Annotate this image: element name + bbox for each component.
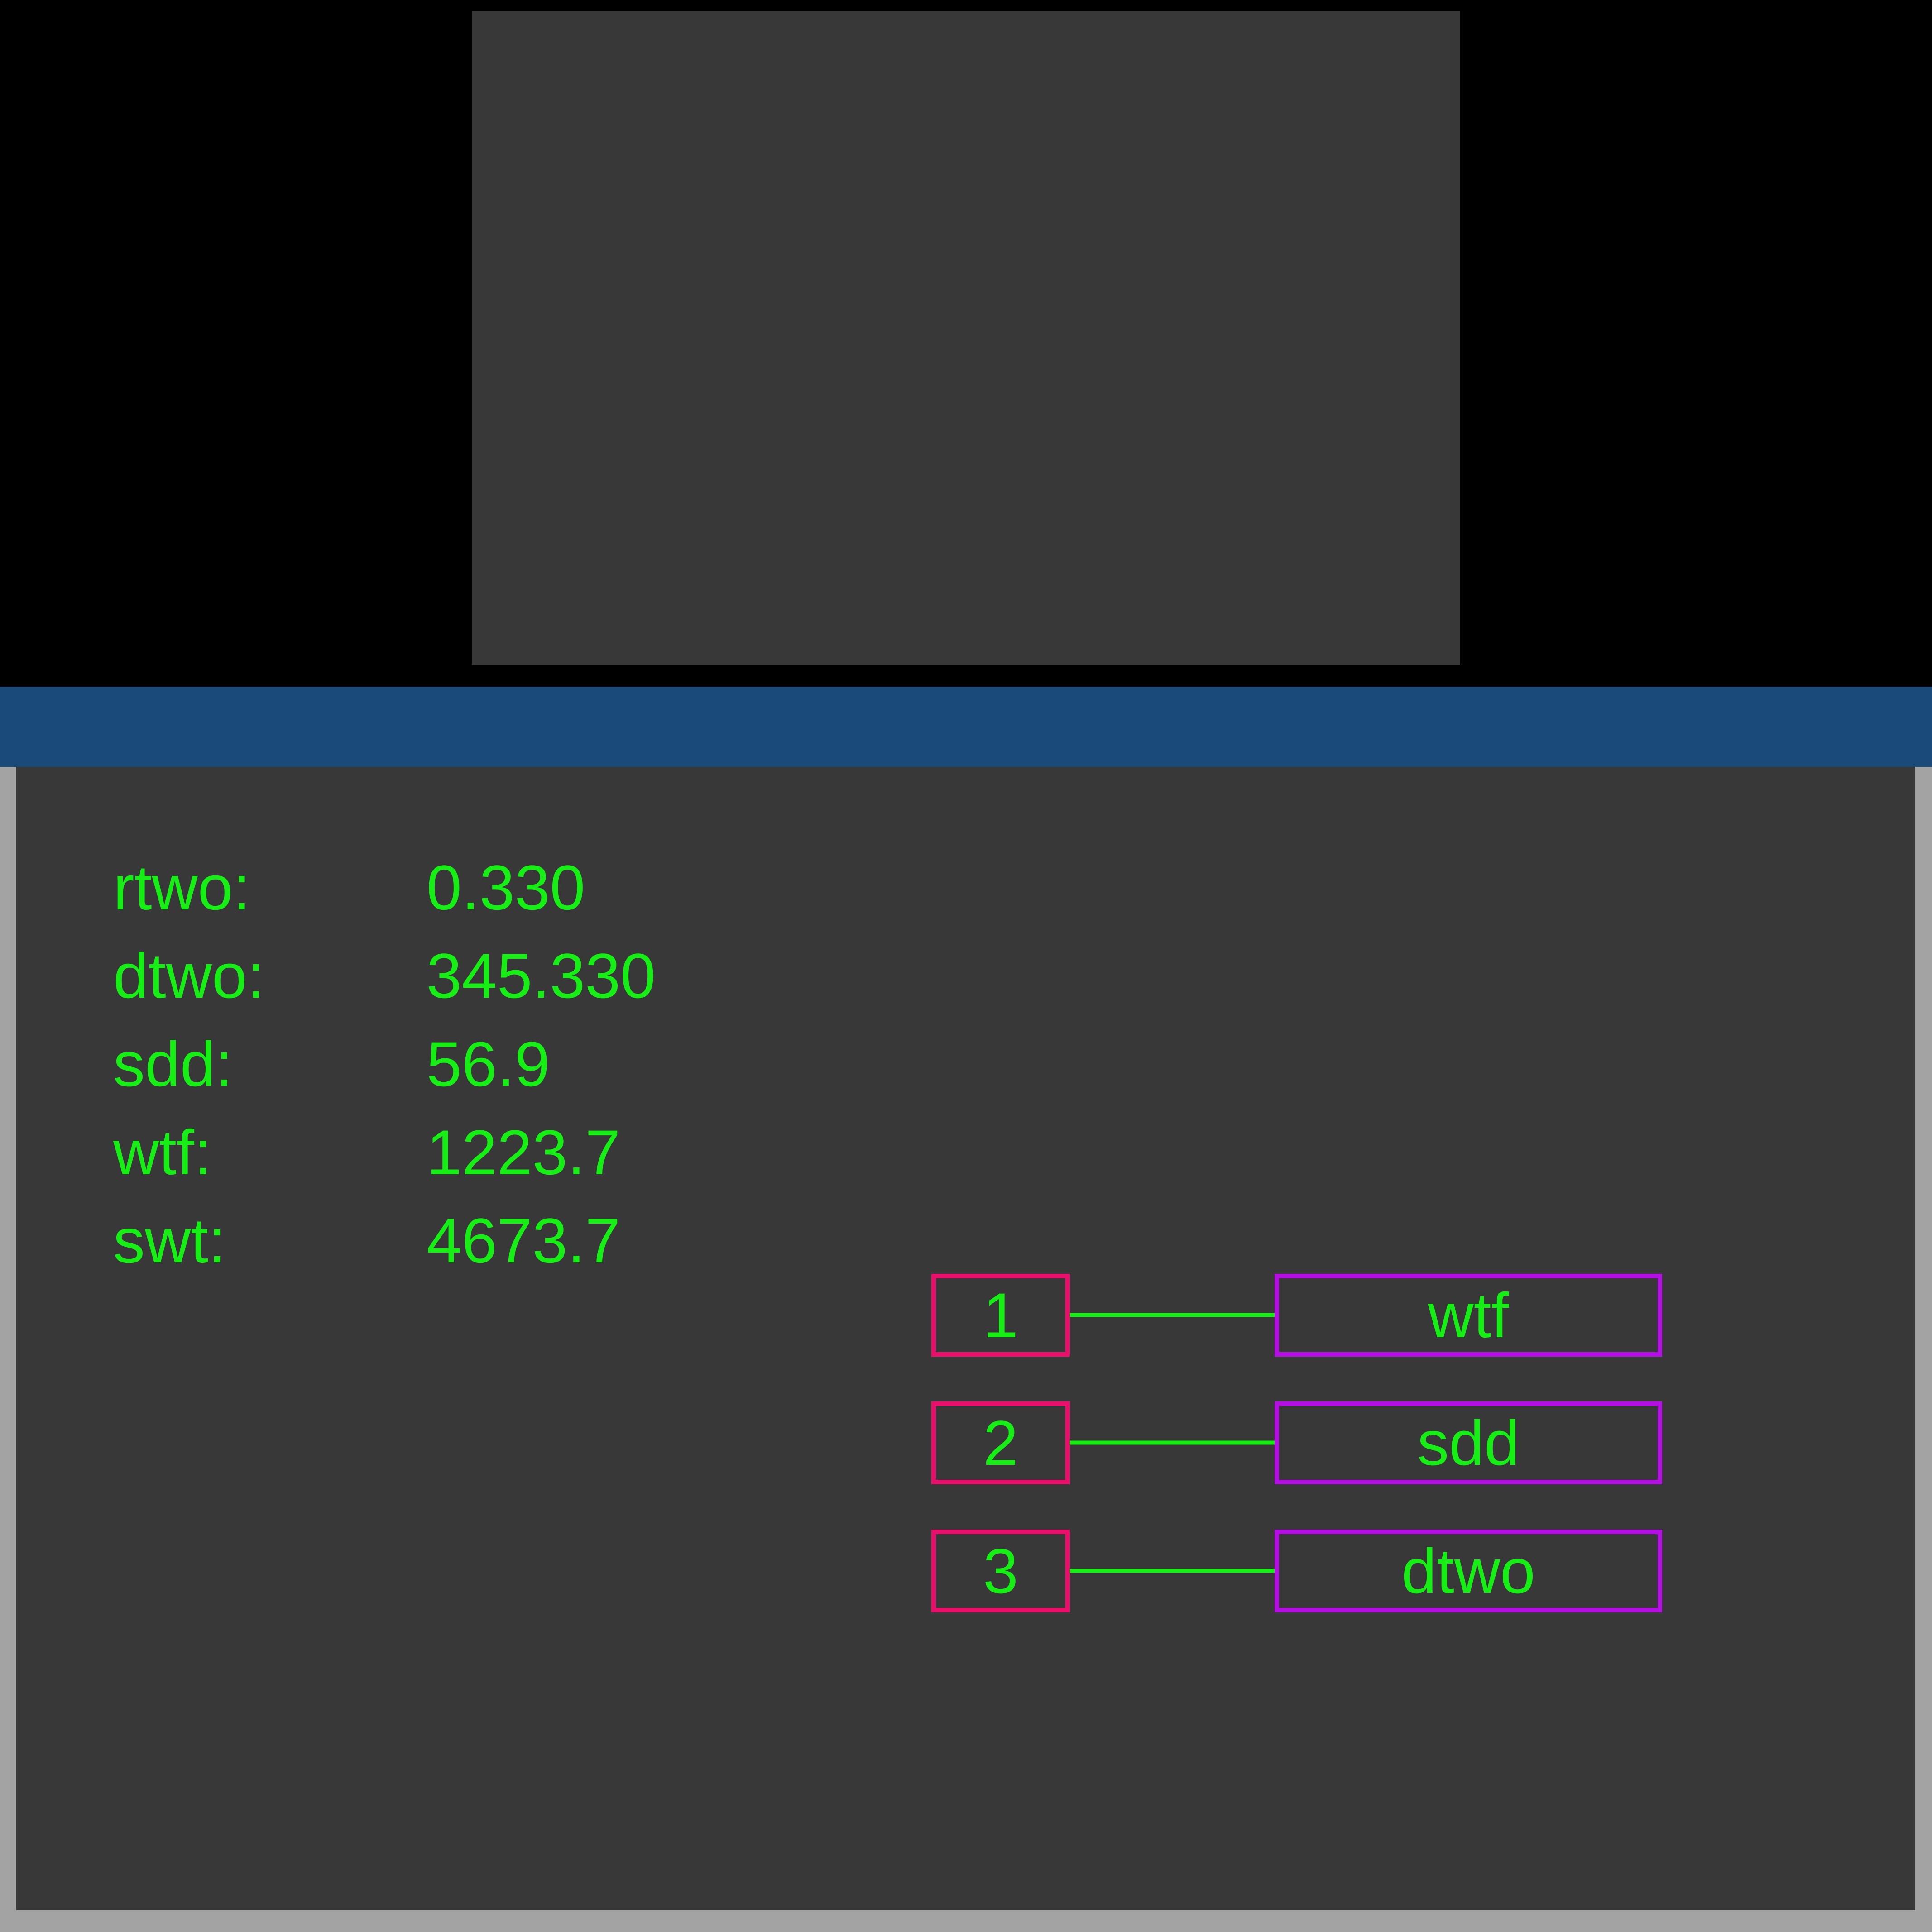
- readout-value: 56.9: [427, 1028, 550, 1100]
- window-frame-right: [1915, 767, 1932, 1932]
- index-box-2[interactable]: 2: [931, 1401, 1070, 1484]
- readout-label: wtf:: [113, 1117, 212, 1188]
- readout-label: swt:: [113, 1205, 226, 1276]
- name-box-dtwo[interactable]: dtwo: [1275, 1530, 1662, 1612]
- readout-value: 4673.7: [427, 1205, 621, 1276]
- readout-value: 0.330: [427, 852, 585, 923]
- readout-label: dtwo:: [113, 940, 265, 1011]
- readout-row-sdd: sdd: 56.9: [113, 1020, 747, 1108]
- preview-pane: [472, 11, 1460, 665]
- name-box-sdd[interactable]: sdd: [1275, 1401, 1662, 1484]
- readout-row-rtwo: rtwo: 0.330: [113, 843, 747, 932]
- readout-row-swt: swt: 4673.7: [113, 1196, 747, 1285]
- readout-label: rtwo:: [113, 852, 251, 923]
- readout-value: 345.330: [427, 940, 656, 1011]
- window-frame-bottom: [0, 1910, 1932, 1932]
- title-bar[interactable]: [0, 687, 1932, 767]
- index-box-3[interactable]: 3: [931, 1530, 1070, 1612]
- readout-value: 1223.7: [427, 1117, 621, 1188]
- window-frame-left: [0, 767, 16, 1932]
- name-box-wtf[interactable]: wtf: [1275, 1274, 1662, 1357]
- readout-label: sdd:: [113, 1028, 233, 1100]
- readout-row-dtwo: dtwo: 345.330: [113, 932, 747, 1020]
- readout-row-wtf: wtf: 1223.7: [113, 1108, 747, 1196]
- index-box-1[interactable]: 1: [931, 1274, 1070, 1357]
